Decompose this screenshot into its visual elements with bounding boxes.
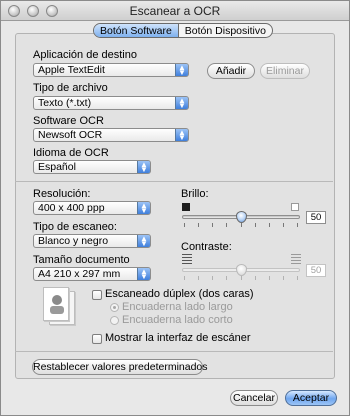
idioma-ocr-select[interactable]: Español ▲ ▼: [33, 160, 151, 174]
idioma-ocr-value: Español: [38, 161, 76, 173]
tipo-escaneo-value: Blanco y negro: [38, 235, 109, 247]
popup-arrows-icon: ▲ ▼: [137, 161, 150, 173]
cancelar-button[interactable]: Cancelar: [230, 390, 278, 406]
resolucion-select[interactable]: 400 x 400 ppp ▲ ▼: [33, 201, 151, 215]
popup-arrows-icon: ▲ ▼: [137, 268, 150, 280]
tipo-archivo-select[interactable]: Texto (*.txt) ▲ ▼: [33, 96, 189, 110]
brillo-ticks: [184, 223, 298, 227]
window-title: Escanear a OCR: [129, 4, 221, 18]
contraste-value[interactable]: 50: [306, 264, 326, 277]
tipo-archivo-label: Tipo de archivo: [33, 82, 108, 94]
brillo-slider-knob[interactable]: [235, 211, 247, 223]
interfaz-checkbox[interactable]: [92, 334, 102, 344]
tipo-archivo-value: Texto (*.txt): [38, 97, 92, 109]
brillo-label: Brillo:: [181, 188, 209, 200]
popup-arrows-icon: ▲ ▼: [175, 129, 188, 141]
radio-lado-largo[interactable]: [110, 303, 119, 312]
tab-boton-dispositivo[interactable]: Botón Dispositivo: [179, 24, 272, 37]
duplex-checkbox[interactable]: [92, 290, 102, 300]
tamano-label: Tamaño documento: [33, 254, 130, 266]
lado-corto-label: Encuaderna lado corto: [122, 314, 233, 326]
tipo-escaneo-select[interactable]: Blanco y negro ▲ ▼: [33, 234, 151, 248]
duplex-document-icon: [43, 287, 69, 321]
software-ocr-value: Newsoft OCR: [38, 129, 103, 141]
aceptar-button[interactable]: Aceptar: [285, 390, 337, 406]
dark-swatch-icon: [182, 203, 190, 211]
separator: [15, 351, 333, 352]
idioma-ocr-label: Idioma de OCR: [33, 147, 109, 159]
light-swatch-icon: [291, 203, 299, 211]
software-ocr-select[interactable]: Newsoft OCR ▲ ▼: [33, 128, 189, 142]
software-ocr-label: Software OCR: [33, 115, 104, 127]
resolucion-label: Resolución:: [33, 188, 91, 200]
duplex-label: Escaneado dúplex (dos caras): [105, 288, 254, 300]
separator: [15, 181, 333, 182]
contraste-ticks: [184, 276, 298, 280]
interfaz-label: Mostrar la interfaz de escáner: [105, 332, 251, 344]
popup-arrows-icon: ▲ ▼: [175, 64, 188, 76]
contraste-slider-knob[interactable]: [235, 264, 247, 276]
popup-arrows-icon: ▲ ▼: [137, 202, 150, 214]
destino-select[interactable]: Apple TextEdit ▲ ▼: [33, 63, 189, 77]
restablecer-button[interactable]: Restablecer valores predeterminados: [32, 359, 208, 375]
brillo-value[interactable]: 50: [306, 211, 326, 224]
destino-label: Aplicación de destino: [33, 49, 137, 61]
tamano-select[interactable]: A4 210 x 297 mm ▲ ▼: [33, 267, 151, 281]
lado-largo-label: Encuaderna lado largo: [122, 301, 233, 313]
popup-arrows-icon: ▲ ▼: [137, 235, 150, 247]
tamano-value: A4 210 x 297 mm: [38, 268, 121, 280]
destino-value: Apple TextEdit: [38, 64, 105, 76]
high-contrast-icon: [291, 254, 301, 264]
contraste-label: Contraste:: [181, 241, 232, 253]
low-contrast-icon: [182, 254, 192, 264]
title-bar: Escanear a OCR: [1, 1, 349, 21]
radio-lado-corto[interactable]: [110, 316, 119, 325]
tipo-escaneo-label: Tipo de escaneo:: [33, 221, 117, 233]
tab-bar: Botón Software Botón Dispositivo: [93, 23, 273, 38]
dialog-window: Escanear a OCR Botón Software Botón Disp…: [0, 0, 350, 416]
resolucion-value: 400 x 400 ppp: [38, 202, 105, 214]
popup-arrows-icon: ▲ ▼: [175, 97, 188, 109]
anadir-button[interactable]: Añadir: [207, 63, 255, 79]
eliminar-button[interactable]: Eliminar: [260, 63, 310, 79]
tab-boton-software[interactable]: Botón Software: [94, 24, 179, 37]
